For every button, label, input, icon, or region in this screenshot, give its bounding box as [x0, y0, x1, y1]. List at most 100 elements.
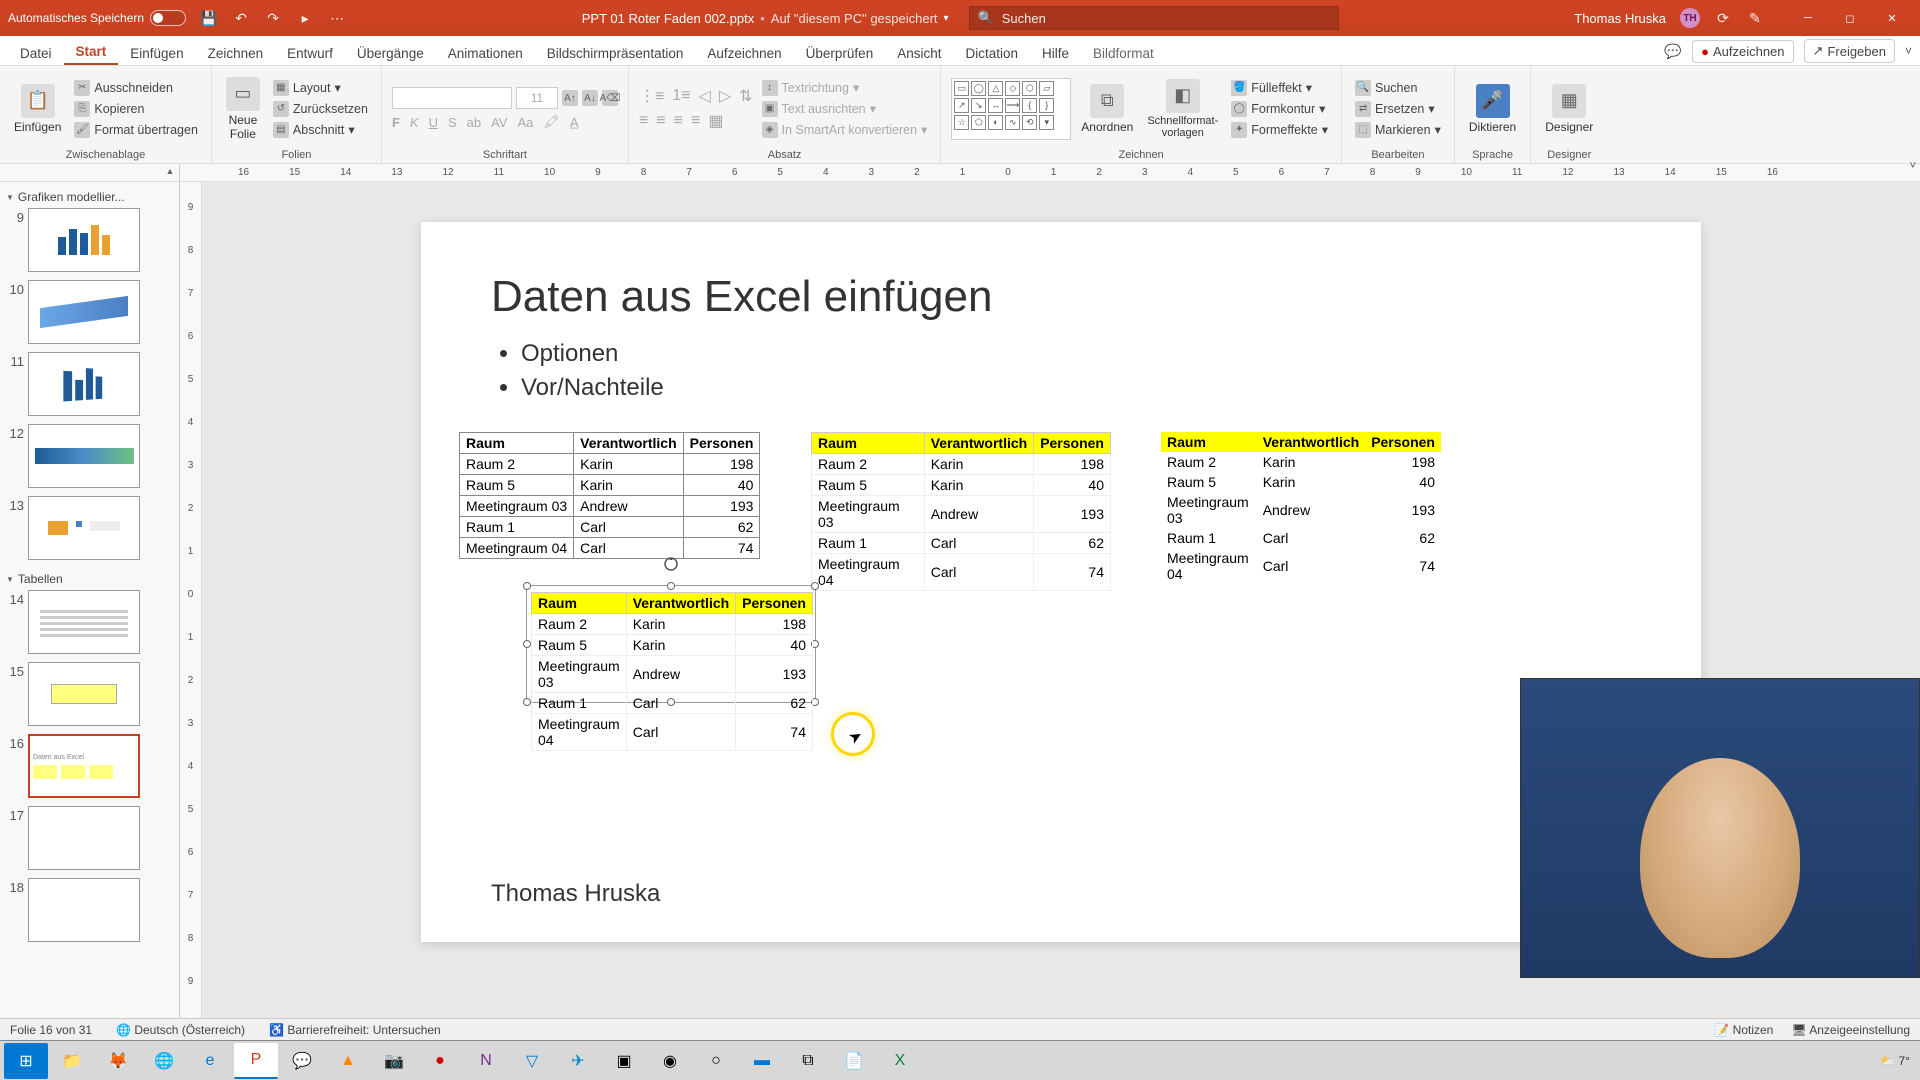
language-indicator[interactable]: 🌐 Deutsch (Österreich)	[116, 1023, 245, 1037]
indent-inc-icon[interactable]: ▷	[719, 86, 731, 106]
scroll-up-icon[interactable]: ▲	[163, 166, 177, 180]
horizontal-ruler[interactable]: 1615141312111098765432101234567891011121…	[180, 164, 1920, 181]
thumbnail-11[interactable]	[28, 352, 140, 416]
maximize-button[interactable]: ◻	[1830, 3, 1870, 33]
resize-handle[interactable]	[811, 582, 819, 590]
reset-button[interactable]: ↺Zurücksetzen	[270, 100, 371, 118]
taskbar-file-explorer[interactable]: 📁	[50, 1043, 94, 1079]
shape-outline-button[interactable]: ◯Formkontur▾	[1228, 100, 1331, 118]
section-header[interactable]: Grafiken modellier...	[4, 186, 175, 208]
justify-icon[interactable]: ≡	[691, 112, 700, 130]
bullet-list[interactable]: Optionen Vor/Nachteile	[491, 340, 1631, 402]
tab-ansicht[interactable]: Ansicht	[885, 40, 953, 65]
shapes-gallery[interactable]: ▭◯△◇⬡▱ ↗↘↔⟶{} ☆⬠◐∿⟲▾	[951, 78, 1071, 140]
designer-button[interactable]: ▦Designer	[1541, 82, 1597, 136]
tab-aufzeichnen[interactable]: Aufzeichnen	[695, 40, 793, 65]
thumbnail-17[interactable]	[28, 806, 140, 870]
case-icon[interactable]: Aa	[517, 115, 533, 130]
decrease-font-icon[interactable]: A↓	[582, 90, 598, 106]
indent-dec-icon[interactable]: ◁	[699, 86, 711, 106]
thumbnail-9[interactable]	[28, 208, 140, 272]
minimize-button[interactable]: ─	[1788, 3, 1828, 33]
resize-handle[interactable]	[523, 698, 531, 706]
font-size-select[interactable]	[516, 87, 558, 109]
excel-table-bordered[interactable]: RaumVerantwortlichPersonen Raum 2Karin19…	[459, 432, 760, 559]
record-button[interactable]: ●Aufzeichnen	[1692, 40, 1793, 63]
resize-handle[interactable]	[523, 640, 531, 648]
align-center-icon[interactable]: ≡	[656, 112, 665, 130]
clear-format-icon[interactable]: A⌫	[602, 90, 618, 106]
slide-canvas[interactable]: Daten aus Excel einfügen Optionen Vor/Na…	[202, 182, 1920, 1018]
slide-counter[interactable]: Folie 16 von 31	[10, 1023, 92, 1037]
more-icon[interactable]: ⋯	[328, 9, 346, 27]
taskbar-app[interactable]: ○	[694, 1043, 738, 1079]
arrange-button[interactable]: ⧉Anordnen	[1077, 82, 1137, 136]
autosave-toggle[interactable]: Automatisches Speichern	[8, 10, 186, 26]
taskbar-app[interactable]: ●	[418, 1043, 462, 1079]
share-button[interactable]: ↗Freigeben	[1804, 39, 1895, 63]
taskbar-firefox[interactable]: 🦊	[96, 1043, 140, 1079]
tab-hilfe[interactable]: Hilfe	[1030, 40, 1081, 65]
tab-entwurf[interactable]: Entwurf	[275, 40, 345, 65]
slideshow-icon[interactable]: ▸	[296, 9, 314, 27]
new-slide-button[interactable]: ▭Neue Folie	[222, 75, 264, 143]
find-button[interactable]: 🔍Suchen	[1352, 79, 1444, 97]
taskbar-app[interactable]: 💬	[280, 1043, 324, 1079]
section-button[interactable]: ▤Abschnitt▾	[270, 121, 371, 139]
slide-title[interactable]: Daten aus Excel einfügen	[491, 272, 1631, 322]
taskbar-vlc[interactable]: ▲	[326, 1043, 370, 1079]
spacing-icon[interactable]: AV	[491, 115, 507, 130]
font-color-icon[interactable]: A̲	[570, 115, 579, 130]
pen-icon[interactable]: ✎	[1746, 9, 1764, 27]
quickstyle-button[interactable]: ◧Schnellformat- vorlagen	[1143, 77, 1222, 141]
taskbar-app[interactable]: ◉	[648, 1043, 692, 1079]
shape-fill-button[interactable]: 🪣Fülleffekt▾	[1228, 79, 1331, 97]
resize-handle[interactable]	[523, 582, 531, 590]
list-item[interactable]: Optionen	[521, 340, 1631, 368]
dictate-button[interactable]: 🎤Diktieren	[1465, 82, 1520, 136]
tab-einfuegen[interactable]: Einfügen	[118, 40, 195, 65]
thumbnail-panel[interactable]: Grafiken modellier... 9 10 11 12 13 Tabe…	[0, 182, 180, 1018]
shadow-icon[interactable]: ab	[467, 115, 481, 130]
highlight-icon[interactable]: 🖍	[543, 114, 560, 130]
taskbar-app[interactable]: ▣	[602, 1043, 646, 1079]
section-header[interactable]: Tabellen	[4, 568, 175, 590]
weather-widget[interactable]: ⛅ 7°	[1880, 1054, 1910, 1068]
sync-icon[interactable]: ⟳	[1714, 9, 1732, 27]
taskbar-excel[interactable]: X	[878, 1043, 922, 1079]
replace-button[interactable]: ⇄Ersetzen▾	[1352, 100, 1444, 118]
layout-button[interactable]: ▦Layout▾	[270, 79, 371, 97]
slide[interactable]: Daten aus Excel einfügen Optionen Vor/Na…	[421, 222, 1701, 942]
excel-table-selected[interactable]: RaumVerantwortlichPersonen Raum 2Karin19…	[531, 592, 813, 751]
select-button[interactable]: ⬚Markieren▾	[1352, 121, 1444, 139]
tab-ueberpruefen[interactable]: Überprüfen	[794, 40, 886, 65]
tab-dictation[interactable]: Dictation	[953, 40, 1030, 65]
tab-datei[interactable]: Datei	[8, 40, 64, 65]
taskbar-app[interactable]: ▬	[740, 1043, 784, 1079]
save-icon[interactable]: 💾	[200, 9, 218, 27]
italic-icon[interactable]: K	[410, 115, 419, 130]
undo-icon[interactable]: ↶	[232, 9, 250, 27]
list-item[interactable]: Vor/Nachteile	[521, 374, 1631, 402]
underline-icon[interactable]: U	[429, 115, 438, 130]
vertical-ruler[interactable]: 9876543210123456789	[180, 182, 202, 1018]
resize-handle[interactable]	[667, 582, 675, 590]
copy-button[interactable]: ⎘Kopieren	[71, 100, 201, 118]
document-title[interactable]: PPT 01 Roter Faden 002.pptx • Auf "diese…	[582, 11, 949, 26]
bullets-icon[interactable]: ⋮≡	[639, 86, 664, 106]
align-left-icon[interactable]: ≡	[639, 112, 648, 130]
taskbar-app[interactable]: ⧉	[786, 1043, 830, 1079]
taskbar-chrome[interactable]: 🌐	[142, 1043, 186, 1079]
thumbnail-13[interactable]	[28, 496, 140, 560]
taskbar-edge[interactable]: e	[188, 1043, 232, 1079]
search-input[interactable]	[1002, 11, 1330, 26]
tab-start[interactable]: Start	[64, 38, 119, 65]
tab-zeichnen[interactable]: Zeichnen	[196, 40, 276, 65]
shape-effects-button[interactable]: ✦Formeffekte▾	[1228, 121, 1331, 139]
notes-button[interactable]: 📝 Notizen	[1714, 1023, 1773, 1037]
accessibility-indicator[interactable]: ♿ Barrierefreiheit: Untersuchen	[269, 1023, 441, 1037]
strike-icon[interactable]: S	[448, 115, 457, 130]
paste-button[interactable]: 📋Einfügen	[10, 82, 65, 136]
search-box[interactable]: 🔍	[969, 6, 1339, 30]
taskbar-app[interactable]: 📷	[372, 1043, 416, 1079]
